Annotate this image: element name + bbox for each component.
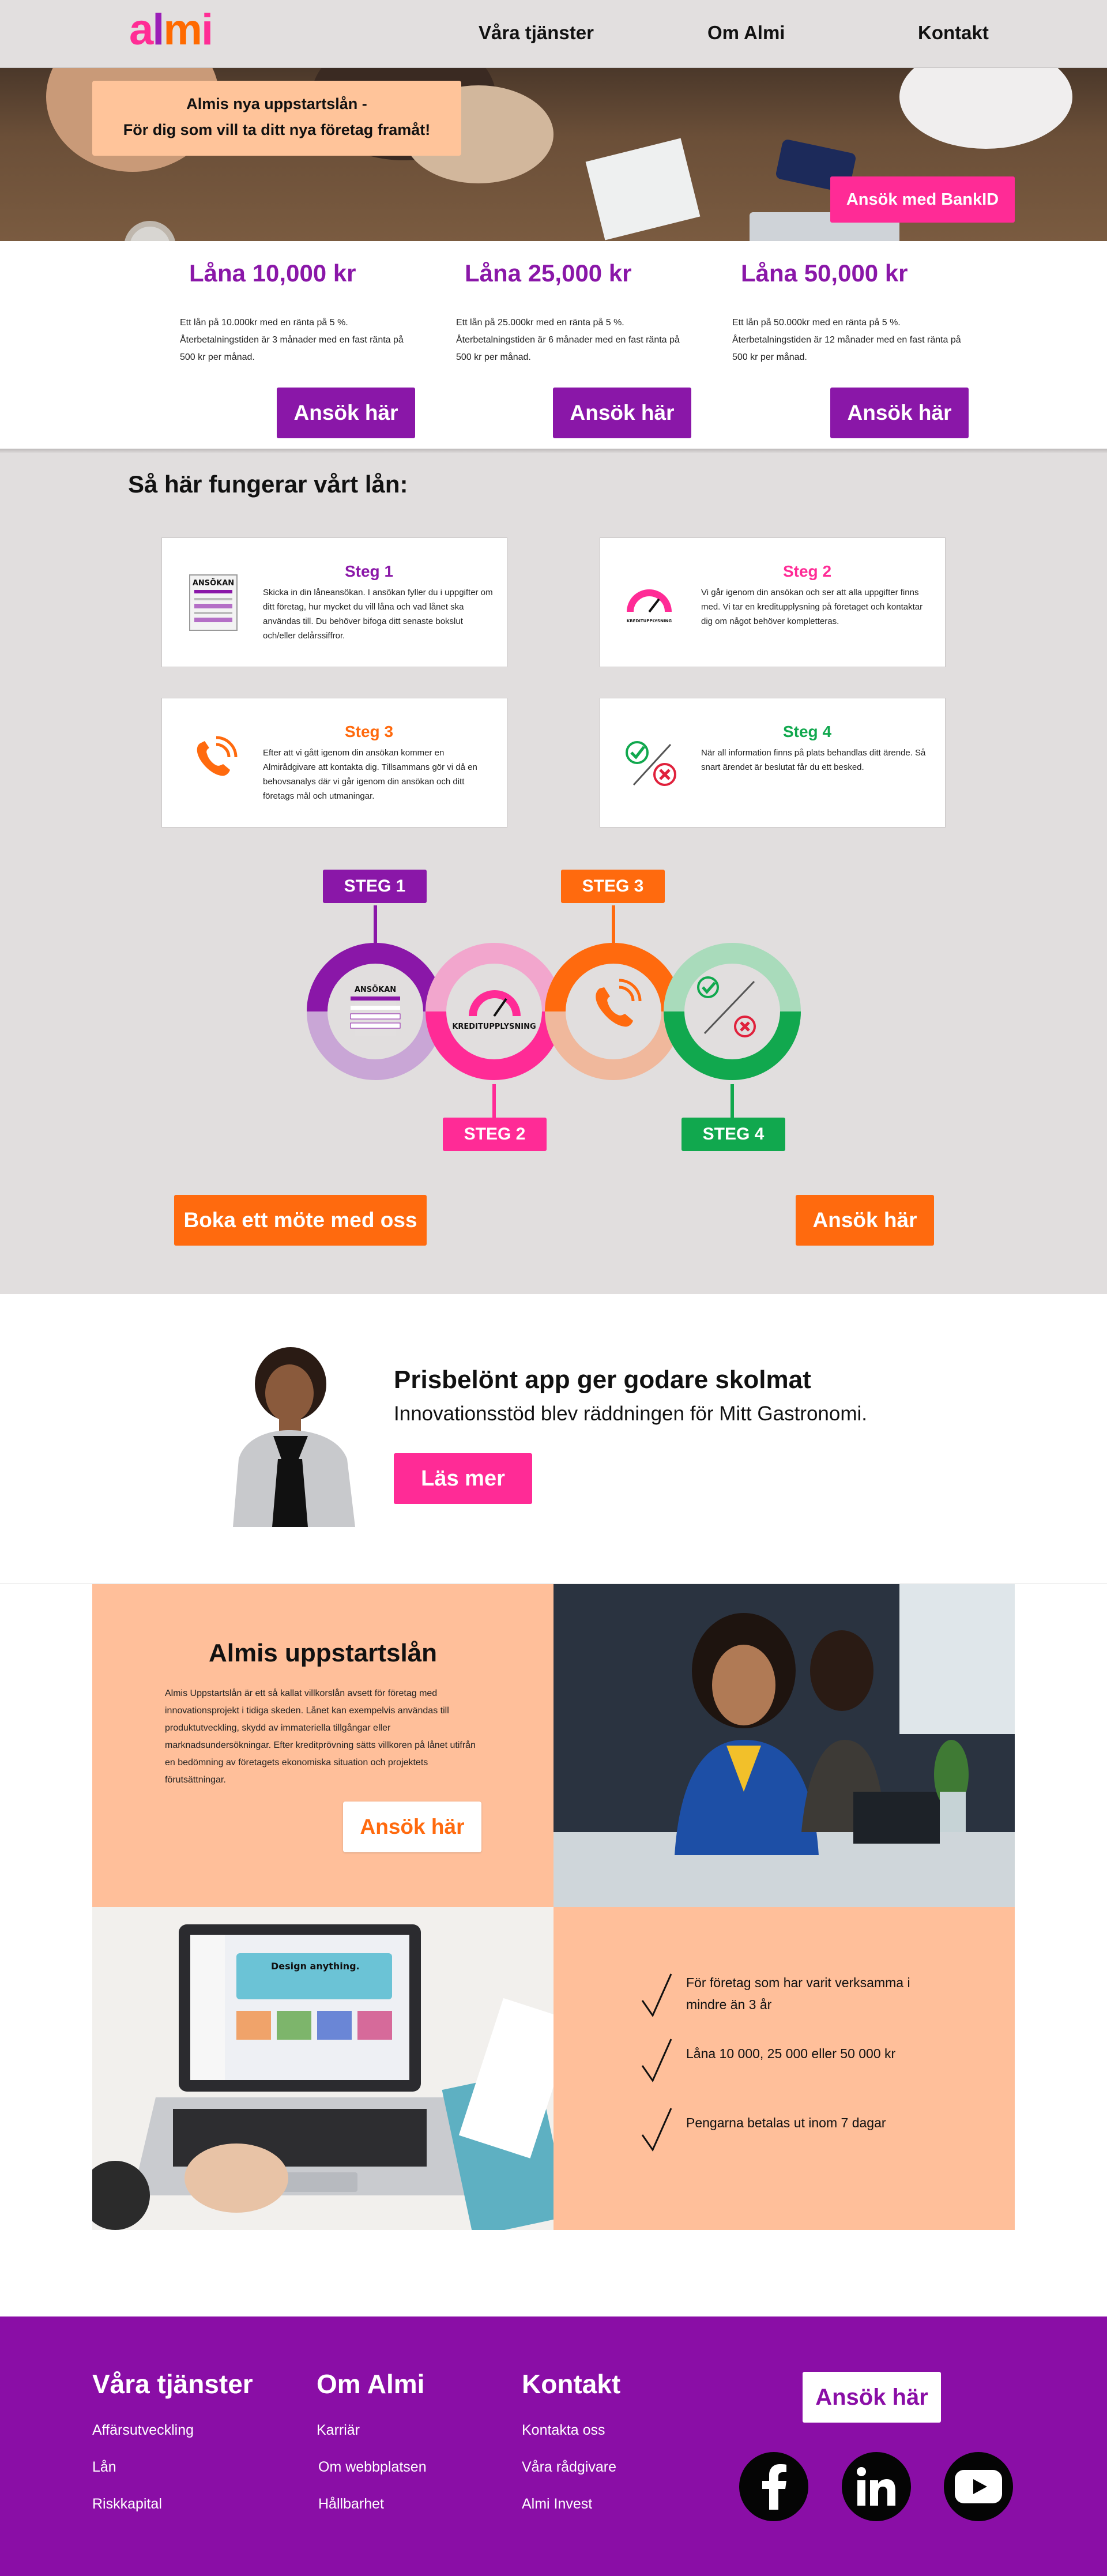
testimonial-portrait <box>221 1344 366 1527</box>
step-card-title: Steg 1 <box>344 562 394 580</box>
benefit-text: Pengarna betalas ut inom 7 dagar <box>686 2115 886 2130</box>
footer-link-lan[interactable]: Lån <box>92 2459 116 2476</box>
loan-title-10000: Låna 10,000 kr <box>189 260 356 287</box>
ansokan-icon: ANSÖKAN <box>189 574 238 631</box>
step-card-text: Vi går igenom din ansökan och ser att al… <box>701 588 923 626</box>
office-photo <box>554 1584 1015 1907</box>
footer-heading-services: Våra tjänster <box>92 2369 253 2399</box>
loan-title-25000: Låna 25,000 kr <box>465 260 632 287</box>
footer-link-kontakta-oss[interactable]: Kontakta oss <box>522 2422 605 2439</box>
book-meeting-button[interactable]: Boka ett möte med oss <box>174 1195 427 1246</box>
step-card-4: Steg 4 När all information finns på plat… <box>600 698 946 828</box>
footer-link-affarsutveckling[interactable]: Affärsutveckling <box>92 2422 194 2439</box>
section-separator <box>0 1583 1107 1584</box>
uppstartslan-text: Almis Uppstartslån är ett så kallat vill… <box>165 1688 476 1785</box>
footer-apply-button[interactable]: Ansök här <box>803 2372 941 2423</box>
step-card-3: Steg 3 Efter att vi gått igenom din ansö… <box>161 698 507 828</box>
checkmark-icon <box>641 1973 672 2018</box>
almi-logo[interactable]: almi <box>129 8 213 52</box>
benefit-item: För företag som har varit verksamma i mi… <box>640 1972 946 2018</box>
kreditupplysning-gauge-icon: KREDITUPPLYSNING <box>623 584 675 625</box>
step-card-1: Steg 1 ANSÖKAN Skicka in din låneansökan… <box>161 537 507 667</box>
loan-apply-button-25000[interactable]: Ansök här <box>553 388 691 438</box>
checkmark-icon <box>641 2108 672 2152</box>
hero-banner-line2: För dig som vill ta ditt nya företag fra… <box>123 121 431 138</box>
benefit-text: Låna 10 000, 25 000 eller 50 000 kr <box>686 2046 896 2061</box>
hero-banner-line1: Almis nya uppstartslån - <box>186 95 367 112</box>
footer-link-riskkapital[interactable]: Riskkapital <box>92 2496 162 2513</box>
step-card-title: Steg 3 <box>344 723 394 740</box>
how-it-works-title: Så här fungerar vårt lån: <box>128 471 408 498</box>
footer-link-karriar[interactable]: Karriär <box>317 2422 360 2439</box>
diagram-step-1-label: STEG 1 <box>323 870 427 903</box>
footer-heading-kontakt: Kontakt <box>522 2369 621 2399</box>
step-card-text: Efter att vi gått igenom din ansökan kom… <box>263 748 477 801</box>
linkedin-icon[interactable] <box>842 2452 911 2521</box>
hero-banner: Almis nya uppstartslån - För dig som vil… <box>92 81 461 156</box>
nav-vara-tjanster[interactable]: Våra tjänster <box>479 22 594 44</box>
read-more-button[interactable]: Läs mer <box>394 1453 532 1504</box>
footer-link-hallbarhet[interactable]: Hållbarhet <box>318 2496 384 2513</box>
loan-desc-10000: Ett lån på 10.000kr med en ränta på 5 %.… <box>180 318 404 362</box>
site-footer <box>0 2316 1107 2576</box>
step-card-text: Skicka in din låneansökan. I ansökan fyl… <box>263 588 493 641</box>
section-divider <box>0 449 1107 453</box>
uppstartslan-info-panel: Almis uppstartslån Almis Uppstartslån är… <box>92 1584 554 1907</box>
step-card-title: Steg 4 <box>782 723 832 740</box>
bankid-apply-button[interactable]: Ansök med BankID <box>830 176 1015 223</box>
nav-kontakt[interactable]: Kontakt <box>918 22 989 44</box>
footer-link-om-webbplatsen[interactable]: Om webbplatsen <box>318 2459 427 2476</box>
site-header: almi Våra tjänster Om Almi Kontakt <box>0 0 1107 68</box>
laptop-photo: Design anything. <box>92 1907 554 2230</box>
nav-om-almi[interactable]: Om Almi <box>707 22 785 44</box>
footer-link-almi-invest[interactable]: Almi Invest <box>522 2496 592 2513</box>
loan-apply-button-50000[interactable]: Ansök här <box>830 388 969 438</box>
approve-decline-icon <box>623 739 681 791</box>
uppstartslan-title: Almis uppstartslån <box>208 1639 438 1667</box>
youtube-icon[interactable] <box>944 2452 1013 2521</box>
uppstartslan-section: Almis uppstartslån Almis Uppstartslån är… <box>92 1584 1015 2230</box>
svg-text:ANSÖKAN: ANSÖKAN <box>193 578 234 588</box>
loan-desc-25000: Ett lån på 25.000kr med en ränta på 5 %.… <box>456 318 680 362</box>
benefit-item: Pengarna betalas ut inom 7 dagar <box>640 2106 946 2152</box>
uppstartslan-benefits-panel: För företag som har varit verksamma i mi… <box>554 1907 1015 2230</box>
how-apply-button[interactable]: Ansök här <box>796 1195 934 1246</box>
svg-text:KREDITUPPLYSNING: KREDITUPPLYSNING <box>627 619 672 623</box>
testimonial-subtitle: Innovationsstöd blev räddningen för Mitt… <box>394 1402 867 1425</box>
step-card-title: Steg 2 <box>782 562 832 580</box>
svg-text:KREDITUPPLYSNING: KREDITUPPLYSNING <box>452 1022 536 1031</box>
footer-link-vara-radgivare[interactable]: Våra rådgivare <box>522 2459 616 2476</box>
footer-heading-om-almi: Om Almi <box>317 2369 425 2399</box>
loan-title-50000: Låna 50,000 kr <box>741 260 908 287</box>
phone-icon <box>189 733 240 785</box>
diagram-step-3-label: STEG 3 <box>561 870 665 903</box>
benefit-item: Låna 10 000, 25 000 eller 50 000 kr <box>640 2037 946 2083</box>
step-card-text: När all information finns på plats behan… <box>701 748 926 772</box>
checkmark-icon <box>641 2039 672 2083</box>
svg-text:Design anything.: Design anything. <box>271 1961 360 1972</box>
benefit-text: För företag som har varit verksamma i mi… <box>686 1975 910 2012</box>
uppstartslan-apply-button[interactable]: Ansök här <box>343 1802 481 1852</box>
svg-text:ANSÖKAN: ANSÖKAN <box>355 985 396 994</box>
loan-desc-50000: Ett lån på 50.000kr med en ränta på 5 %.… <box>732 318 961 362</box>
loan-apply-button-10000[interactable]: Ansök här <box>277 388 415 438</box>
facebook-icon[interactable] <box>739 2452 808 2521</box>
step-card-2: Steg 2 KREDITUPPLYSNING Vi går igenom di… <box>600 537 946 667</box>
testimonial-title: Prisbelönt app ger godare skolmat <box>394 1366 811 1394</box>
diagram-step-2-label: STEG 2 <box>443 1118 547 1151</box>
diagram-step-4-label: STEG 4 <box>681 1118 785 1151</box>
